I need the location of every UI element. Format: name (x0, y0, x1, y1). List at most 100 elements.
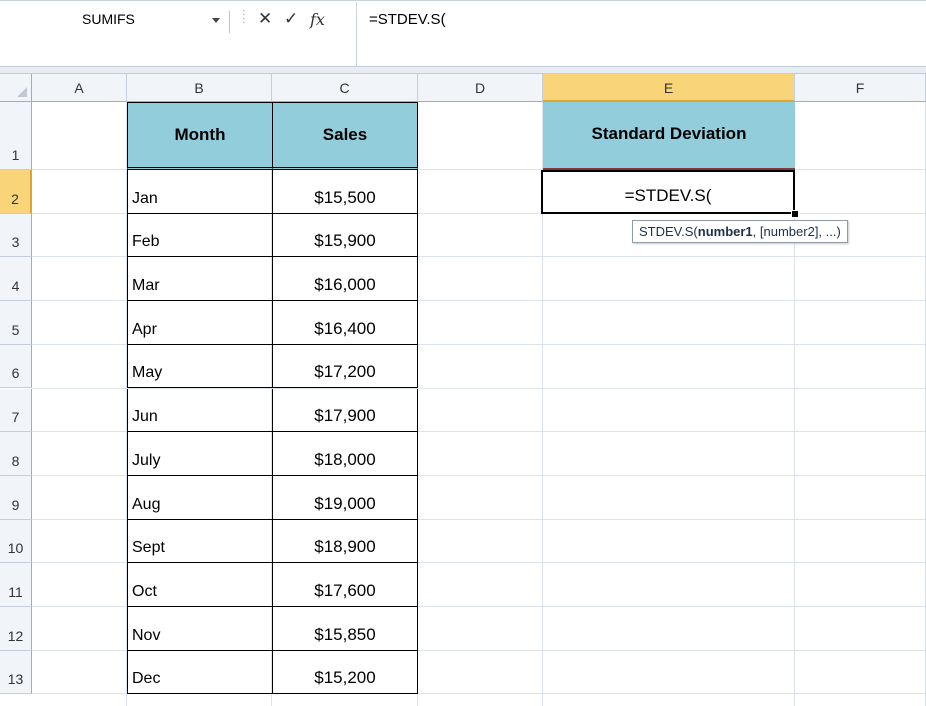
sales-cell[interactable]: $17,600 (273, 563, 418, 607)
month-value: Nov (132, 626, 161, 644)
sales-value: $15,850 (314, 624, 376, 644)
sales-cell[interactable]: $17,200 (273, 344, 418, 389)
column-header-f[interactable]: F (795, 74, 926, 102)
month-cell[interactable]: Dec (127, 650, 273, 695)
month-cell[interactable]: Sept (127, 519, 273, 564)
tooltip-rest: , [number2], ...) (752, 224, 841, 239)
row-header-4[interactable]: 4 (0, 257, 32, 302)
column-header-b[interactable]: B (127, 74, 272, 102)
month-cell[interactable]: May (127, 344, 273, 389)
month-cell[interactable]: Oct (127, 563, 273, 607)
row-number: 7 (11, 409, 20, 426)
row-number: 1 (11, 147, 20, 163)
month-value: Jun (132, 408, 158, 426)
formula-bar: SUMIFS :: ✕ ✓ fx =STDEV.S( (0, 0, 926, 67)
row-header-13[interactable]: 13 (0, 650, 32, 695)
sales-cell[interactable]: $16,000 (273, 257, 418, 302)
function-tooltip[interactable]: STDEV.S(number1, [number2], ...) (632, 220, 848, 243)
worksheet-grid[interactable]: A B C D E F 1 2 3 4 5 6 7 8 9 10 11 12 13 Month Sales Jan $15,… (0, 74, 926, 706)
column-header-c[interactable]: C (272, 74, 418, 102)
sales-header: Sales (272, 102, 418, 170)
cancel-x-icon[interactable]: ✕ (258, 9, 272, 29)
checkmark-icon[interactable]: ✓ (284, 9, 298, 29)
row-number: 5 (11, 321, 20, 338)
row-header-3[interactable]: 3 (0, 213, 32, 258)
month-cell[interactable]: Aug (127, 475, 273, 520)
insert-function-icon[interactable]: fx (310, 10, 325, 29)
month-cell[interactable]: Jan (127, 170, 273, 214)
select-all-corner[interactable] (0, 74, 32, 102)
row-number: 6 (11, 365, 20, 382)
row-number: 12 (7, 627, 24, 644)
row-header-5[interactable]: 5 (0, 301, 32, 345)
formula-bar-separator (229, 11, 236, 33)
month-cell[interactable]: Mar (127, 257, 273, 302)
sales-cell[interactable]: $15,850 (273, 607, 418, 651)
column-header-a[interactable]: A (32, 74, 127, 102)
row-header-12[interactable]: 12 (0, 607, 32, 651)
sales-value: $15,200 (314, 668, 376, 688)
active-cell-text: =STDEV.S( (624, 185, 712, 205)
month-cell[interactable]: Apr (127, 301, 273, 345)
select-all-icon (17, 87, 27, 97)
formula-text: =STDEV.S( (369, 11, 446, 28)
formula-bar-resize-grip[interactable]: :: (242, 8, 248, 33)
sales-value: $17,900 (314, 406, 376, 426)
sales-cell[interactable]: $17,900 (273, 388, 418, 433)
month-value: July (132, 451, 161, 469)
sales-cell[interactable]: $19,000 (273, 475, 418, 520)
formula-input[interactable]: =STDEV.S( (356, 2, 926, 66)
name-box-dropdown-icon[interactable] (212, 18, 220, 23)
row-header-2[interactable]: 2 (0, 170, 32, 214)
month-cell[interactable]: Jun (127, 388, 273, 433)
active-cell-e2[interactable]: =STDEV.S( (541, 170, 795, 214)
month-value: Aug (132, 495, 161, 513)
month-cell[interactable]: Nov (127, 607, 273, 651)
row-header-10[interactable]: 10 (0, 519, 32, 564)
sales-value: $15,900 (314, 231, 376, 251)
row-header-9[interactable]: 9 (0, 475, 32, 520)
name-box-value: SUMIFS (82, 11, 135, 27)
row-number: 8 (11, 452, 20, 469)
sales-cell[interactable]: $18,900 (273, 519, 418, 564)
sales-cell[interactable]: $18,000 (273, 432, 418, 476)
sales-cell[interactable]: $15,200 (273, 650, 418, 695)
row-number: 13 (7, 671, 24, 688)
row-number: 2 (11, 190, 19, 207)
sales-value: $16,400 (314, 318, 376, 338)
sales-cell[interactable]: $16,400 (273, 301, 418, 345)
formula-bar-divider (0, 66, 926, 74)
sales-cell[interactable]: $15,500 (273, 170, 418, 214)
column-header-d[interactable]: D (418, 74, 543, 102)
row-header-11[interactable]: 11 (0, 563, 32, 607)
month-value: Mar (132, 277, 160, 295)
row-number: 11 (8, 583, 23, 600)
month-value: Sept (132, 539, 165, 557)
month-value: Jan (132, 189, 158, 207)
sales-value: $15,500 (314, 187, 376, 207)
row-number: 3 (11, 234, 20, 251)
month-value: Apr (132, 320, 157, 338)
row-header-6[interactable]: 6 (0, 344, 32, 389)
tooltip-prefix: STDEV.S( (639, 224, 698, 239)
tooltip-current-arg[interactable]: number1 (698, 224, 753, 239)
row-header-7[interactable]: 7 (0, 388, 32, 433)
row-number: 9 (11, 496, 20, 513)
month-cell[interactable]: Feb (127, 213, 273, 258)
fill-handle[interactable] (791, 209, 799, 218)
sales-value: $18,000 (314, 449, 376, 469)
row-header-1[interactable]: 1 (0, 102, 32, 170)
month-value: Oct (132, 582, 157, 600)
month-cell[interactable]: July (127, 432, 273, 476)
standard-deviation-header: Standard Deviation (543, 102, 795, 170)
sales-value: $17,600 (314, 580, 376, 600)
row-header-8[interactable]: 8 (0, 432, 32, 476)
month-header: Month (127, 102, 273, 170)
sales-cell[interactable]: $15,900 (273, 213, 418, 258)
sales-value: $16,000 (314, 275, 376, 295)
name-box[interactable]: SUMIFS (0, 8, 228, 36)
row-number: 10 (7, 540, 24, 557)
column-header-e[interactable]: E (543, 74, 795, 102)
month-value: May (132, 364, 163, 382)
month-value: Feb (132, 233, 160, 251)
